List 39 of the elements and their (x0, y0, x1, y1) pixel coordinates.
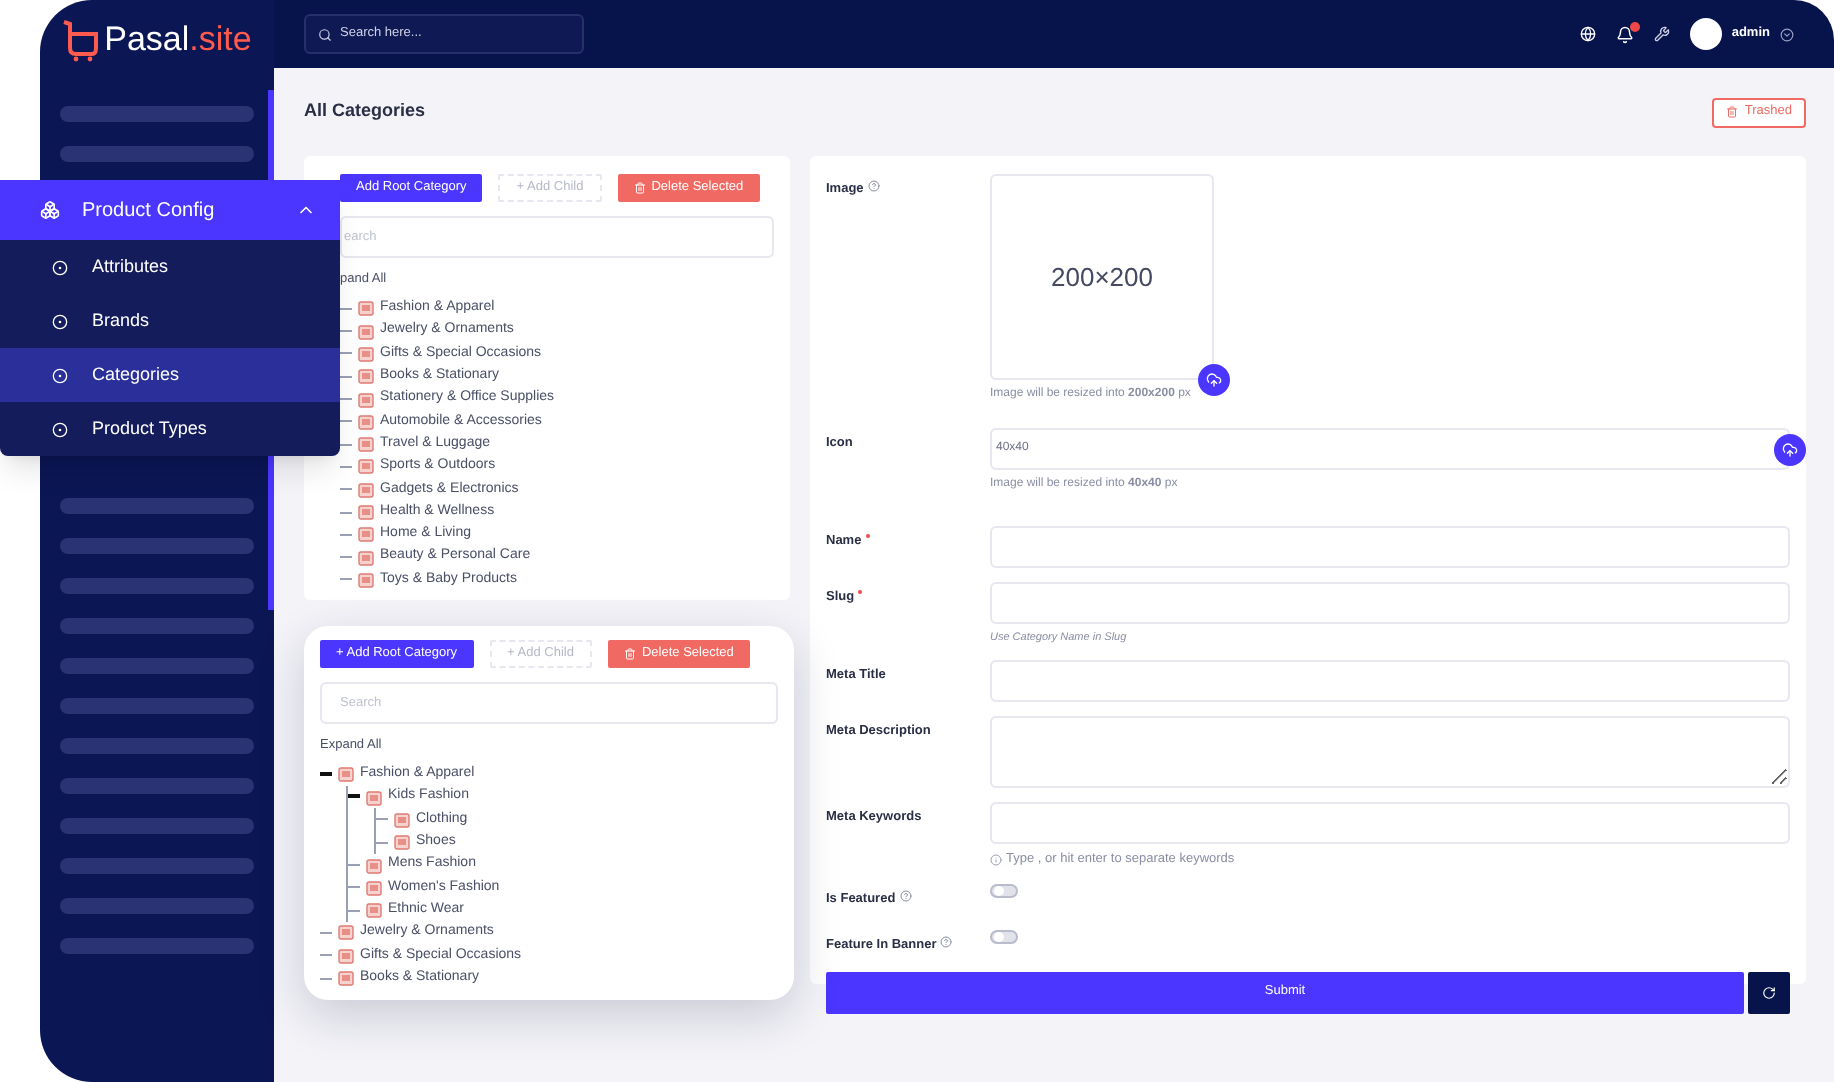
upload-button[interactable] (1198, 364, 1230, 396)
dot-circle-icon (52, 259, 68, 275)
menu-item[interactable]: Product Types (0, 402, 340, 456)
notifications-button[interactable] (1615, 25, 1634, 43)
textarea-field[interactable] (990, 716, 1790, 789)
reset-button[interactable] (1748, 971, 1790, 1013)
menu-item[interactable]: Attributes (0, 240, 340, 294)
dot-circle-icon (52, 367, 68, 383)
globe-icon[interactable] (1579, 26, 1596, 42)
text-field[interactable] (990, 660, 1790, 703)
search-icon (318, 27, 332, 41)
trash-icon (623, 648, 636, 660)
menu-item[interactable]: Brands (0, 294, 340, 348)
dot-circle-icon (52, 313, 68, 329)
text-field[interactable] (990, 802, 1790, 845)
trash-icon (1726, 106, 1739, 118)
menu-header[interactable]: Product Config (0, 180, 340, 240)
dot-circle-icon (52, 421, 68, 437)
upload-button[interactable] (1774, 434, 1806, 466)
refresh-icon (1762, 985, 1776, 999)
cloud-upload-icon (1206, 372, 1222, 388)
image-upload-box[interactable]: 200×200 (990, 174, 1214, 380)
text-field[interactable] (990, 526, 1790, 568)
toggle-switch[interactable] (990, 884, 1018, 898)
chevron-down-icon[interactable] (1780, 27, 1794, 41)
expand-toggle[interactable] (348, 794, 360, 801)
wrench-icon[interactable] (1653, 26, 1670, 42)
menu-item[interactable]: Categories (0, 348, 340, 402)
toggle-switch[interactable] (990, 929, 1018, 944)
trash-icon (633, 182, 646, 194)
cloud-upload-icon (1782, 442, 1798, 458)
text-field[interactable] (990, 582, 1790, 624)
avatar[interactable] (1689, 18, 1722, 50)
page-title: All Categories (304, 98, 426, 125)
cart-icon (62, 17, 99, 62)
brand-logo: Pasal.site (104, 18, 252, 62)
expand-toggle[interactable] (320, 771, 332, 778)
boxes-icon (40, 200, 60, 220)
info-icon (990, 854, 1002, 867)
